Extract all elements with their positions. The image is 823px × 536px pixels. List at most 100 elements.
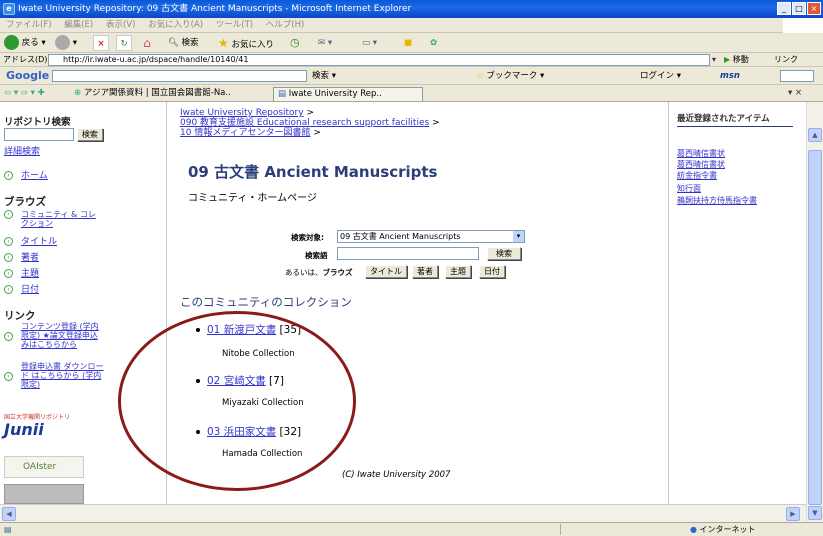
status-bar: ▤ ● インターネット <box>0 522 823 536</box>
scroll-thumb[interactable] <box>808 150 822 505</box>
advanced-search-link[interactable]: 詳細検索 <box>4 144 40 157</box>
go-button[interactable]: ▶ 移動 <box>724 53 749 67</box>
internet-zone: ● インターネット <box>690 523 756 536</box>
windows-logo-icon <box>783 18 823 33</box>
bullet-icon: › <box>4 269 13 278</box>
globe-icon: ● <box>690 525 697 534</box>
breadcrumb-facilities[interactable]: 090 教育支援施設 Educational research support … <box>180 118 429 128</box>
menu-bar: ファイル(F) 編集(E) 表示(V) お気に入り(A) ツール(T) ヘルプ(… <box>0 18 823 33</box>
refresh-icon[interactable]: ↻ <box>116 35 132 51</box>
star-icon: ★ <box>218 36 229 50</box>
folder-icon[interactable]: ■ <box>404 35 422 51</box>
horizontal-scrollbar[interactable]: ◀ ▶ <box>0 504 806 522</box>
sidebar-search-button[interactable]: 検索 <box>76 128 103 141</box>
chevron-down-icon: ▾ <box>513 231 524 242</box>
junii-logo: Junii <box>4 420 44 439</box>
scope-select[interactable]: 09 古文書 Ancient Manuscripts ▾ <box>337 230 525 243</box>
stop-icon[interactable]: × <box>93 35 109 51</box>
content-registration-link[interactable]: › コンテンツ登録 (学内限定) ★論文登録申込 みはこちらから <box>4 322 154 349</box>
favorite-link-asia[interactable]: ⊕ アジア関係資料 | 国立国会図書館-Na.. <box>74 85 231 102</box>
maximize-button[interactable]: □ <box>792 2 806 15</box>
scroll-down-icon[interactable]: ▼ <box>808 506 822 520</box>
home-icon[interactable]: ⌂ <box>139 35 155 51</box>
ie-icon: e <box>3 3 15 15</box>
msn-search-input[interactable] <box>780 70 814 82</box>
home-nav[interactable]: › ホーム <box>4 168 48 181</box>
browse-subject[interactable]: › 主題 <box>4 266 39 279</box>
query-input[interactable] <box>337 247 479 260</box>
recent-item[interactable]: 鵜飼扶持方侍馬指令書 <box>677 195 757 206</box>
breadcrumb-separator: > <box>313 128 321 138</box>
history-icon[interactable]: ◷ <box>290 35 306 51</box>
junii-banner[interactable]: 国立大学機関リポジトリ Junii <box>4 412 84 452</box>
browse-author[interactable]: › 著者 <box>4 250 39 263</box>
sidebar-search-input[interactable] <box>4 128 74 141</box>
tab-iwate[interactable]: ▤ Iwate University Rep.. <box>273 87 423 101</box>
page-status-icon: ▤ <box>4 525 12 534</box>
menu-tools[interactable]: ツール(T) <box>216 20 253 30</box>
search-toolbar-button[interactable]: 🔍︎ 検索 <box>168 35 199 51</box>
address-dropdown-icon[interactable]: ▾ <box>712 53 716 67</box>
favorites-toolbar-button[interactable]: ★ お気に入り <box>218 35 274 51</box>
page-icon: ▤ <box>278 89 287 99</box>
browse-date[interactable]: › 日付 <box>4 282 39 295</box>
browse-author-label: 著者 <box>21 253 40 263</box>
scroll-left-icon[interactable]: ◀ <box>2 507 16 521</box>
browse-date-label: 日付 <box>21 285 40 295</box>
scroll-up-icon[interactable]: ▲ <box>808 128 822 142</box>
mail-icon[interactable]: ✉ ▾ <box>318 35 354 51</box>
internet-zone-label: インターネット <box>699 525 756 534</box>
tab-close-icon[interactable]: ▾ × <box>788 85 802 102</box>
repository-search-heading: リポジトリ検索 <box>4 117 71 128</box>
print-icon[interactable]: ▭ ▾ <box>362 35 398 51</box>
login-label: ログイン <box>640 71 675 81</box>
breadcrumb-separator: > <box>432 118 440 128</box>
scope-label: 検索対象: <box>291 233 324 242</box>
breadcrumb-repository[interactable]: Iwate University Repository <box>180 108 304 118</box>
back-arrow-icon <box>4 35 19 50</box>
menu-edit[interactable]: 編集(E) <box>64 20 93 30</box>
menu-help[interactable]: ヘルプ(H) <box>266 20 305 30</box>
menu-file[interactable]: ファイル(F) <box>6 20 52 30</box>
query-search-button[interactable]: 検索 <box>487 247 521 260</box>
google-logo: Google <box>6 69 50 82</box>
bullet-icon: › <box>4 332 13 341</box>
browse-prompt: あるいは、ブラウズ <box>285 267 353 278</box>
sidebar-banner-image[interactable] <box>4 484 84 504</box>
scroll-right-icon[interactable]: ▶ <box>786 507 800 521</box>
browse-word: ブラウズ <box>322 268 353 277</box>
or-label: あるいは、 <box>285 268 323 277</box>
bookmarks-button[interactable]: ☆ ブックマーク ▾ <box>476 67 544 85</box>
messenger-icon[interactable]: ✿ <box>430 35 448 51</box>
forward-button[interactable]: ▾ <box>55 35 77 51</box>
standard-toolbar: 戻る ▾ ▾ × ↻ ⌂ 🔍︎ 検索 ★ お気に入り ◷ ✉ ▾ ▭ ▾ ■ ✿ <box>0 33 823 53</box>
recent-item[interactable]: 葛西晴信書状 <box>677 159 725 170</box>
close-button[interactable]: × <box>807 2 821 15</box>
oaister-banner[interactable]: OAIster <box>4 456 84 478</box>
links-button[interactable]: リンク <box>774 53 798 67</box>
browse-subject-button[interactable]: 主題 <box>445 265 471 278</box>
menu-view[interactable]: 表示(V) <box>106 20 135 30</box>
community-search-form: 検索対象: 09 古文書 Ancient Manuscripts ▾ 検索語 検索… <box>285 230 545 284</box>
recent-item[interactable]: 知行面 <box>677 183 701 194</box>
browse-date-button[interactable]: 日付 <box>479 265 505 278</box>
browse-communities[interactable]: › コミュニティ & コレクション <box>4 210 134 228</box>
recent-item[interactable]: 葛西晴信書状 <box>677 148 725 159</box>
breadcrumb-library[interactable]: 10 情報メディアセンター図書館 <box>180 128 311 138</box>
google-search-input[interactable] <box>52 70 307 82</box>
address-input[interactable]: http://ir.iwate-u.ac.jp/dspace/handle/10… <box>48 54 710 66</box>
breadcrumb: Iwate University Repository > 090 教育支援施設… <box>180 108 660 138</box>
login-button[interactable]: ログイン ▾ <box>640 67 681 85</box>
browse-title-button[interactable]: タイトル <box>365 265 407 278</box>
back-button[interactable]: 戻る ▾ <box>4 35 46 51</box>
browse-author-button[interactable]: 著者 <box>412 265 438 278</box>
google-search-button[interactable]: 検索 ▾ <box>312 67 336 85</box>
vertical-scrollbar[interactable]: ▲ ▼ <box>806 102 823 522</box>
tab-nav-icons[interactable]: ⇦ ▾ ⇨ ▾ ✚ <box>4 85 45 102</box>
recent-item[interactable]: 紡金指令書 <box>677 170 717 181</box>
copyright-footer: (C) Iwate University 2007 <box>342 470 451 480</box>
minimize-button[interactable]: _ <box>777 2 791 15</box>
favorite-link-label: アジア関係資料 | 国立国会図書館-Na.. <box>83 88 231 98</box>
menu-favorites[interactable]: お気に入り(A) <box>148 20 203 30</box>
browse-title[interactable]: › タイトル <box>4 234 57 247</box>
